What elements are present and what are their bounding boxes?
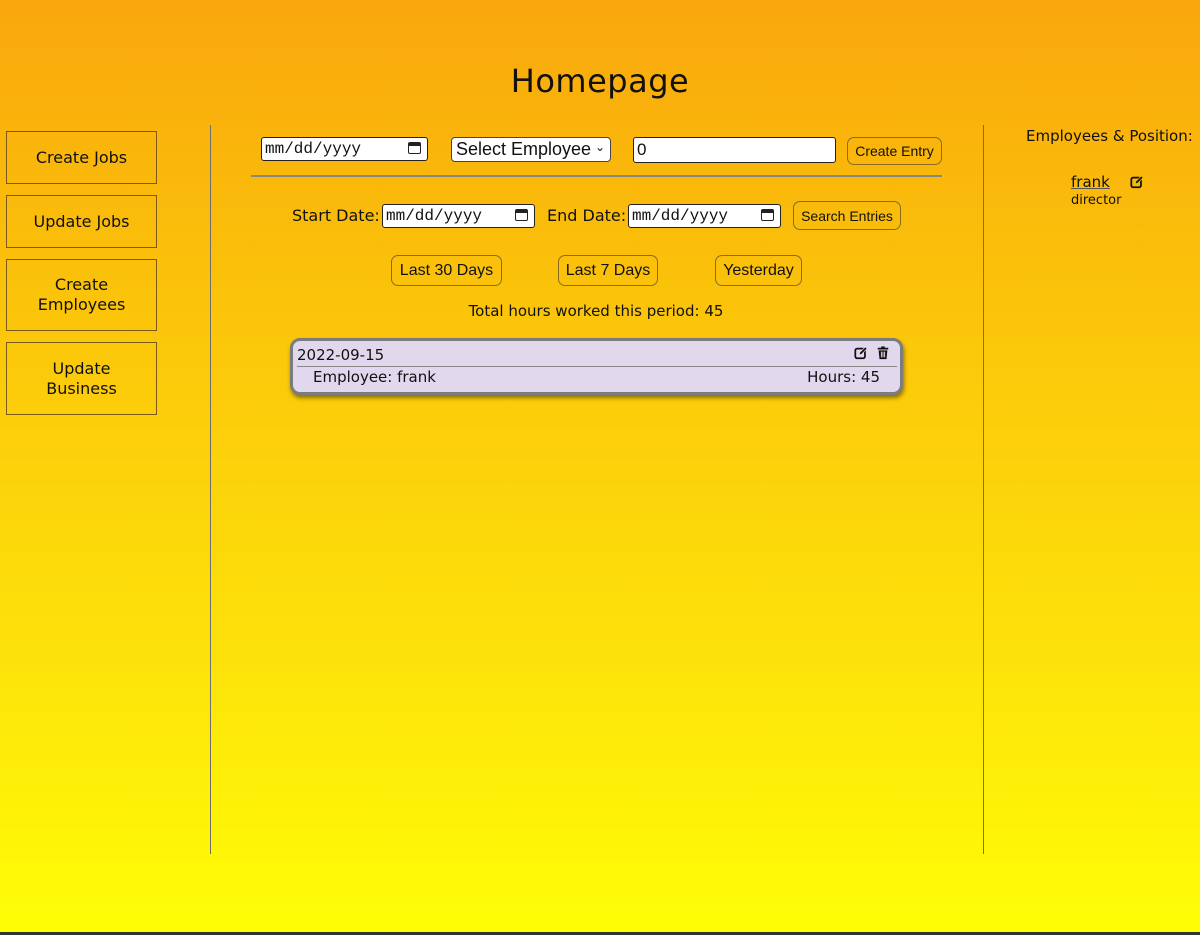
left-divider [210, 125, 211, 854]
chevron-down-icon: ⌄ [594, 140, 605, 154]
calendar-icon[interactable] [761, 209, 774, 221]
create-employees-button[interactable]: Create Employees [6, 259, 157, 331]
last-30-days-button[interactable]: Last 30 Days [391, 255, 502, 286]
start-date-placeholder: mm/dd/yyyy [386, 207, 483, 225]
edit-icon[interactable] [854, 346, 868, 360]
employees-panel-title: Employees & Position: [1026, 127, 1193, 145]
entry-hours: Hours: 45 [807, 368, 880, 386]
trash-icon[interactable] [876, 346, 890, 360]
entry-divider [297, 366, 897, 367]
entry-employee: Employee: frank [313, 368, 436, 386]
end-date-placeholder: mm/dd/yyyy [632, 207, 729, 225]
yesterday-button[interactable]: Yesterday [715, 255, 802, 286]
update-business-button[interactable]: Update Business [6, 342, 157, 415]
entry-actions [854, 346, 890, 360]
form-divider [251, 175, 942, 177]
end-date-label: End Date: [547, 206, 627, 225]
search-entries-button[interactable]: Search Entries [793, 201, 901, 230]
update-jobs-button[interactable]: Update Jobs [6, 195, 157, 248]
entry-date: 2022-09-15 [297, 346, 385, 364]
employee-position: director [1071, 193, 1122, 208]
hours-input-value: 0 [637, 140, 647, 159]
entry-date-placeholder: mm/dd/yyyy [265, 140, 362, 158]
calendar-icon[interactable] [515, 209, 528, 221]
start-date-label: Start Date: [292, 206, 380, 225]
create-jobs-button[interactable]: Create Jobs [6, 131, 157, 184]
calendar-icon[interactable] [408, 142, 421, 154]
last-7-days-button[interactable]: Last 7 Days [558, 255, 658, 286]
edit-icon[interactable] [1130, 175, 1144, 189]
end-date-input[interactable]: mm/dd/yyyy [628, 204, 781, 228]
right-divider [983, 125, 984, 854]
total-hours-text: Total hours worked this period: 45 [468, 302, 724, 320]
time-entry-card: 2022-09-15 Employee: frank Hours: 45 [290, 338, 903, 395]
entry-date-input[interactable]: mm/dd/yyyy [261, 137, 428, 161]
hours-input[interactable]: 0 [633, 137, 836, 163]
employee-select-value: Select Employee [456, 139, 592, 159]
page-title: Homepage [510, 62, 690, 100]
employee-select[interactable]: Select Employee ⌄ [451, 137, 611, 162]
start-date-input[interactable]: mm/dd/yyyy [382, 204, 535, 228]
employee-name[interactable]: frank [1071, 173, 1110, 191]
create-entry-button[interactable]: Create Entry [847, 137, 942, 165]
